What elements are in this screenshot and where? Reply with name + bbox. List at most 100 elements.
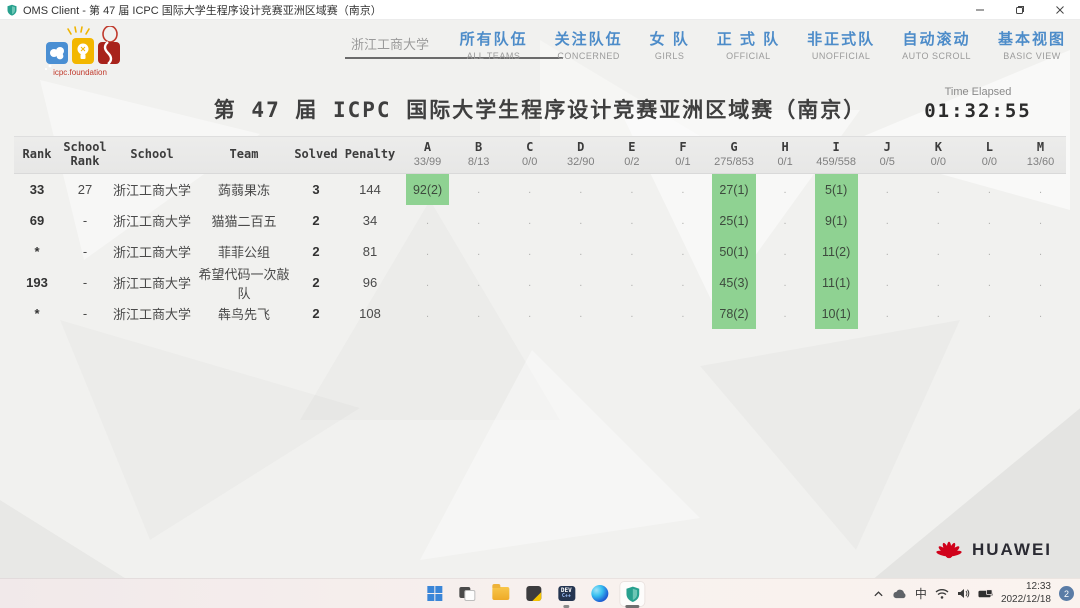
cell-team: 希望代码一次敲队 [194, 267, 294, 298]
nav-item-official[interactable]: 正 式 队OFFICIAL [717, 28, 780, 61]
onedrive-cloud-icon[interactable] [892, 589, 907, 599]
problem-stats: 0/5 [862, 156, 913, 169]
editor-icon [526, 586, 541, 601]
problem-header-C: C0/0 [504, 141, 555, 168]
cell-problem-B: . [453, 236, 504, 267]
empty-cell: . [764, 298, 807, 329]
ime-indicator[interactable]: 中 [915, 585, 927, 602]
cell-problem-G: 27(1) [708, 174, 759, 205]
team-row[interactable]: 69-浙江工商大学猫猫二百五234......25(1).9(1).... [14, 205, 1066, 236]
edge-button[interactable] [587, 582, 611, 606]
empty-cell: . [508, 236, 551, 267]
cell-team: 菲菲公组 [194, 236, 294, 267]
top-toolbar: icpc.foundation 所有队伍 ALL TEAMS 关注队伍CONCERN… [0, 24, 1080, 76]
minimize-button[interactable] [960, 0, 1000, 20]
problem-header-H: H0/1 [760, 141, 811, 168]
oms-client-window: OMS Client - 第 47 届 ICPC 国际大学生程序设计竞赛亚洲区域… [0, 0, 1080, 608]
cell-srank: - [60, 267, 110, 298]
nav-item-girls[interactable]: 女 队GIRLS [650, 28, 690, 61]
dev-cpp-button[interactable]: DEVC++ [554, 582, 578, 606]
empty-cell: . [661, 298, 704, 329]
cell-problem-K: . [913, 174, 964, 205]
solved-cell: 10(1) [815, 298, 858, 329]
problem-stats: 0/1 [760, 156, 811, 169]
close-button[interactable] [1040, 0, 1080, 20]
solved-cell: 11(1) [815, 267, 858, 298]
start-button[interactable] [422, 582, 446, 606]
nav-item-all-teams[interactable]: 所有队伍 ALL TEAMS [460, 28, 528, 61]
cell-problem-F: . [657, 205, 708, 236]
cell-problem-E: . [606, 267, 657, 298]
editor-app-button[interactable] [521, 582, 545, 606]
solved-cell: 92(2) [406, 174, 449, 205]
team-row[interactable]: *-浙江工商大学犇鸟先飞2108......78(2).10(1).... [14, 298, 1066, 329]
empty-cell: . [406, 267, 449, 298]
empty-cell: . [406, 236, 449, 267]
cell-problem-A: . [402, 267, 453, 298]
task-view-button[interactable] [455, 582, 479, 606]
cell-problem-B: . [453, 267, 504, 298]
problem-header-I: I459/558 [811, 141, 862, 168]
cell-problem-E: . [606, 205, 657, 236]
problem-stats: 0/0 [964, 156, 1015, 169]
nav-item-concerned[interactable]: 关注队伍CONCERNED [555, 28, 623, 61]
empty-cell: . [457, 205, 500, 236]
cell-problem-D: . [555, 236, 606, 267]
cell-problem-F: . [657, 174, 708, 205]
nav-item-basic-view[interactable]: 基本视图BASIC VIEW [998, 28, 1066, 61]
file-explorer-button[interactable] [488, 582, 512, 606]
oms-client-taskbar-button[interactable] [620, 582, 644, 606]
notification-badge[interactable]: 2 [1059, 586, 1074, 601]
solved-cell: 50(1) [712, 236, 755, 267]
restore-button[interactable] [1000, 0, 1040, 20]
cell-problem-D: . [555, 174, 606, 205]
tray-chevron-icon[interactable] [873, 590, 884, 598]
cell-problem-D: . [555, 298, 606, 329]
empty-cell: . [559, 298, 602, 329]
cell-team: 犇鸟先飞 [194, 298, 294, 329]
team-row[interactable]: 193-浙江工商大学希望代码一次敲队296......45(3).11(1)..… [14, 267, 1066, 298]
problem-header-M: M13/60 [1015, 141, 1066, 168]
empty-cell: . [661, 174, 704, 205]
nav-item-auto-scroll[interactable]: 自动滚动AUTO SCROLL [902, 28, 971, 61]
problem-stats: 459/558 [811, 156, 862, 169]
clock-time: 12:33 [1001, 581, 1051, 594]
window-title: OMS Client - 第 47 届 ICPC 国际大学生程序设计竞赛亚洲区域… [23, 2, 382, 18]
solved-cell: 9(1) [815, 205, 858, 236]
cell-problem-D: . [555, 267, 606, 298]
volume-icon[interactable] [957, 588, 970, 599]
cell-rank: 193 [14, 267, 60, 298]
empty-cell: . [866, 174, 909, 205]
icpc-foundation-logo: icpc.foundation [24, 26, 136, 78]
battery-icon[interactable] [978, 589, 993, 599]
cell-problem-J: . [862, 267, 913, 298]
nav-label-zh: 正 式 队 [717, 28, 780, 49]
nav-item-unofficial[interactable]: 非正式队UNOFFICIAL [807, 28, 875, 61]
cell-penalty: 96 [338, 267, 402, 298]
cell-problem-K: . [913, 236, 964, 267]
empty-cell: . [968, 236, 1011, 267]
cell-problem-M: . [1015, 174, 1066, 205]
wifi-icon[interactable] [935, 588, 949, 599]
nav-label-zh: 所有队伍 [460, 28, 528, 49]
cell-problem-H: . [760, 298, 811, 329]
empty-cell: . [917, 205, 960, 236]
problem-header-L: L0/0 [964, 141, 1015, 168]
team-row[interactable]: 3327浙江工商大学蒟蒻果冻314492(2).....27(1).5(1)..… [14, 174, 1066, 205]
nav-label-en: ALL TEAMS [460, 51, 528, 61]
oms-app-icon [6, 4, 18, 16]
cell-solved: 2 [294, 205, 338, 236]
problem-header-A: A33/99 [402, 141, 453, 168]
empty-cell: . [1019, 236, 1062, 267]
windows-taskbar: DEVC++ 中 [0, 578, 1080, 608]
huawei-logo-icon [934, 538, 964, 562]
taskbar-clock[interactable]: 12:33 2022/12/18 [1001, 581, 1051, 606]
problem-stats: 13/60 [1015, 156, 1066, 169]
cell-problem-B: . [453, 298, 504, 329]
team-row[interactable]: *-浙江工商大学菲菲公组281......50(1).11(2).... [14, 236, 1066, 267]
nav-label-zh: 女 队 [650, 28, 690, 49]
nav-label-zh: 非正式队 [807, 28, 875, 49]
cell-problem-L: . [964, 174, 1015, 205]
cell-problem-M: . [1015, 298, 1066, 329]
cell-problem-E: . [606, 174, 657, 205]
